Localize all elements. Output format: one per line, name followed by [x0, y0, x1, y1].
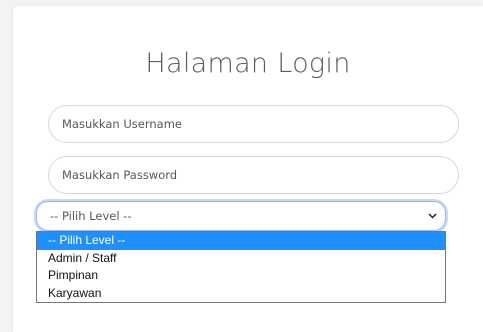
level-option[interactable]: Pimpinan	[37, 267, 445, 285]
username-input[interactable]	[48, 105, 459, 143]
level-option[interactable]: -- Pilih Level --	[37, 232, 445, 250]
chevron-down-icon	[427, 202, 437, 230]
password-input[interactable]	[48, 156, 459, 194]
level-option[interactable]: Karyawan	[37, 285, 445, 303]
level-dropdown-list: -- Pilih Level -- Admin / Staff Pimpinan…	[36, 231, 446, 303]
page-title: Halaman Login	[145, 48, 351, 79]
level-select[interactable]: -- Pilih Level --	[36, 201, 446, 231]
level-option[interactable]: Admin / Staff	[37, 250, 445, 268]
level-select-value: -- Pilih Level --	[50, 209, 132, 223]
